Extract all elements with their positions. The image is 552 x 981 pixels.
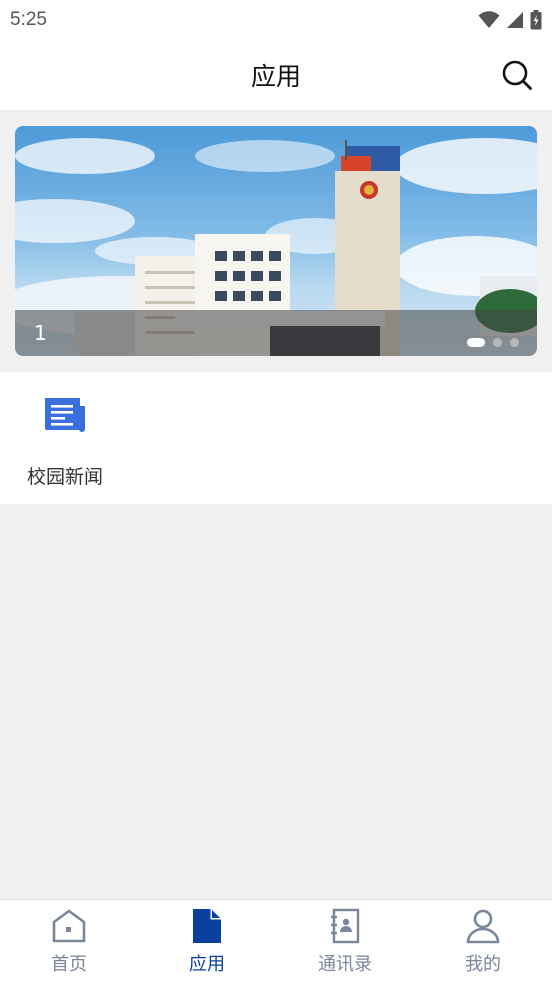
status-bar: 5:25 [0,0,552,40]
pagination-dot[interactable] [493,338,502,347]
home-icon [50,907,88,945]
banner-carousel[interactable]: 1 [15,126,537,356]
apps-grid: 校园新闻 [0,372,552,504]
app-label: 校园新闻 [26,466,103,488]
banner-caption: 1 [15,310,537,356]
banner-index: 1 [34,321,47,345]
status-icons [478,10,542,30]
nav-label: 我的 [465,954,501,975]
nav-item-apps[interactable]: 应用 [138,900,276,981]
nav-label: 应用 [189,954,225,975]
status-time: 5:25 [10,9,47,30]
banner-section: 1 [0,110,552,372]
nav-label: 通讯录 [318,954,372,975]
nav-item-profile[interactable]: 我的 [414,900,552,981]
banner-pagination [467,338,519,347]
battery-icon [530,10,542,30]
user-icon [464,907,502,945]
pagination-dot[interactable] [467,338,485,347]
app-header: 应用 [0,40,552,110]
nav-item-home[interactable]: 首页 [0,900,138,981]
contacts-icon [326,907,364,945]
nav-item-contacts[interactable]: 通讯录 [276,900,414,981]
nav-label: 首页 [51,954,87,975]
signal-icon [507,12,523,28]
wifi-icon [478,11,500,28]
document-icon [188,907,226,945]
page-title: 应用 [250,62,301,91]
bottom-navigation: 首页 应用 通讯录 我的 [0,899,552,981]
news-icon [40,390,90,440]
app-campus-news[interactable]: 校园新闻 [14,390,116,490]
search-button[interactable] [500,58,534,92]
search-icon [502,60,532,90]
pagination-dot[interactable] [510,338,519,347]
